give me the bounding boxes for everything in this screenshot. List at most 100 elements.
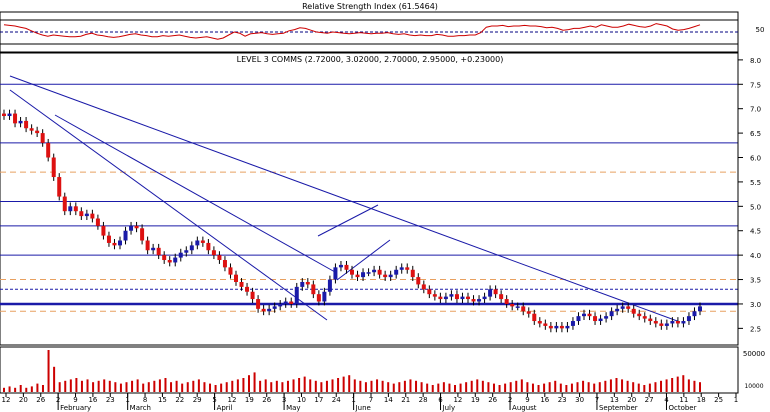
volume-bar (465, 382, 468, 392)
volume-bar (554, 380, 557, 392)
volume-ytick-50000: 50000 (743, 350, 765, 358)
candle-body (493, 289, 498, 295)
volume-bar (437, 383, 440, 392)
volume-bar (403, 380, 406, 392)
volume-bar (270, 382, 273, 392)
candle-body (488, 289, 493, 297)
candle-body (438, 296, 443, 300)
date-tick-label: 13 (610, 396, 619, 404)
volume-bar (470, 380, 473, 392)
candle-body (46, 142, 51, 158)
candle-body (327, 279, 332, 292)
candle-body (642, 316, 647, 319)
volume-bar (80, 380, 83, 392)
volume-bar (209, 383, 212, 392)
candle-body (692, 311, 697, 317)
volume-bar (415, 380, 418, 392)
volume-bar (197, 379, 200, 392)
candle-body (228, 267, 233, 275)
volume-bar (398, 382, 401, 392)
volume-bar (370, 380, 373, 392)
date-tick-label: 19 (245, 396, 254, 404)
volume-bar (665, 379, 668, 392)
volume-bar (632, 382, 635, 392)
volume-bar (8, 386, 11, 392)
candle-body (416, 277, 421, 285)
volume-bar (454, 385, 457, 392)
date-tick-label: 26 (488, 396, 497, 404)
volume-bar (687, 379, 690, 392)
candle-body (543, 323, 548, 326)
volume-bar (626, 380, 629, 392)
candle-body (316, 294, 321, 302)
volume-bar (69, 379, 72, 392)
volume-bar (604, 380, 607, 392)
volume-bar (442, 382, 445, 392)
volume-bar (170, 382, 173, 392)
date-tick-label: 28 (419, 396, 428, 404)
volume-bar (92, 382, 95, 392)
volume-bar (225, 382, 228, 392)
price-ytick-label: 8.0 (750, 57, 761, 65)
date-tick-label: 10 (297, 396, 306, 404)
volume-ytick-10000: 10000 (744, 383, 763, 390)
volume-bar (492, 383, 495, 392)
candle-body (698, 306, 702, 312)
volume-bar (531, 383, 534, 392)
date-tick-label: 11 (679, 396, 688, 404)
candle-body (626, 306, 631, 309)
candle-body (598, 318, 603, 322)
candle-body (123, 230, 128, 241)
volume-bar (409, 379, 412, 392)
candle-body (532, 313, 537, 322)
candle-body (675, 321, 680, 324)
volume-bar (236, 379, 239, 392)
month-label: February (60, 404, 91, 412)
volume-bar (325, 380, 328, 392)
candle-body (410, 269, 415, 278)
volume-bar (97, 380, 100, 392)
candle-body (79, 211, 84, 217)
volume-bar (364, 382, 367, 392)
candle-body (162, 255, 167, 261)
month-label: August (512, 404, 537, 412)
candle-body (151, 247, 156, 251)
date-tick-label: 23 (558, 396, 567, 404)
date-tick-label: 9 (73, 396, 77, 404)
volume-bar (58, 382, 61, 392)
candle-body (604, 316, 609, 319)
volume-bar (203, 382, 206, 392)
candle-body (222, 260, 227, 268)
candle-body (18, 120, 23, 124)
candle-body (40, 133, 45, 143)
volume-bar (348, 375, 351, 392)
volume-bar (376, 379, 379, 392)
volume-bar (214, 385, 217, 392)
price-ytick-label: 7.5 (750, 81, 761, 89)
volume-bar (158, 379, 161, 392)
volume-bar (504, 383, 507, 392)
candle-body (460, 296, 465, 300)
volume-bar (615, 378, 618, 392)
candle-body (68, 206, 73, 212)
candle-body (322, 291, 327, 302)
volume-bar (186, 382, 189, 392)
candle-body (637, 313, 642, 317)
candle-body (526, 311, 531, 314)
volume-bar (292, 379, 295, 392)
price-ytick-label: 6.5 (750, 130, 761, 138)
candle-body (377, 269, 382, 275)
candle-body (283, 301, 288, 304)
volume-bar (648, 383, 651, 392)
volume-bar (281, 382, 284, 392)
month-label: April (217, 404, 233, 412)
candle-body (405, 267, 410, 270)
candle-body (300, 281, 305, 287)
month-label: May (286, 404, 300, 412)
candle-body (106, 235, 111, 243)
month-label: June (355, 404, 371, 412)
date-tick-label: 24 (332, 396, 341, 404)
candle-body (112, 242, 117, 246)
volume-bar (114, 382, 117, 392)
candle-body (344, 264, 349, 270)
